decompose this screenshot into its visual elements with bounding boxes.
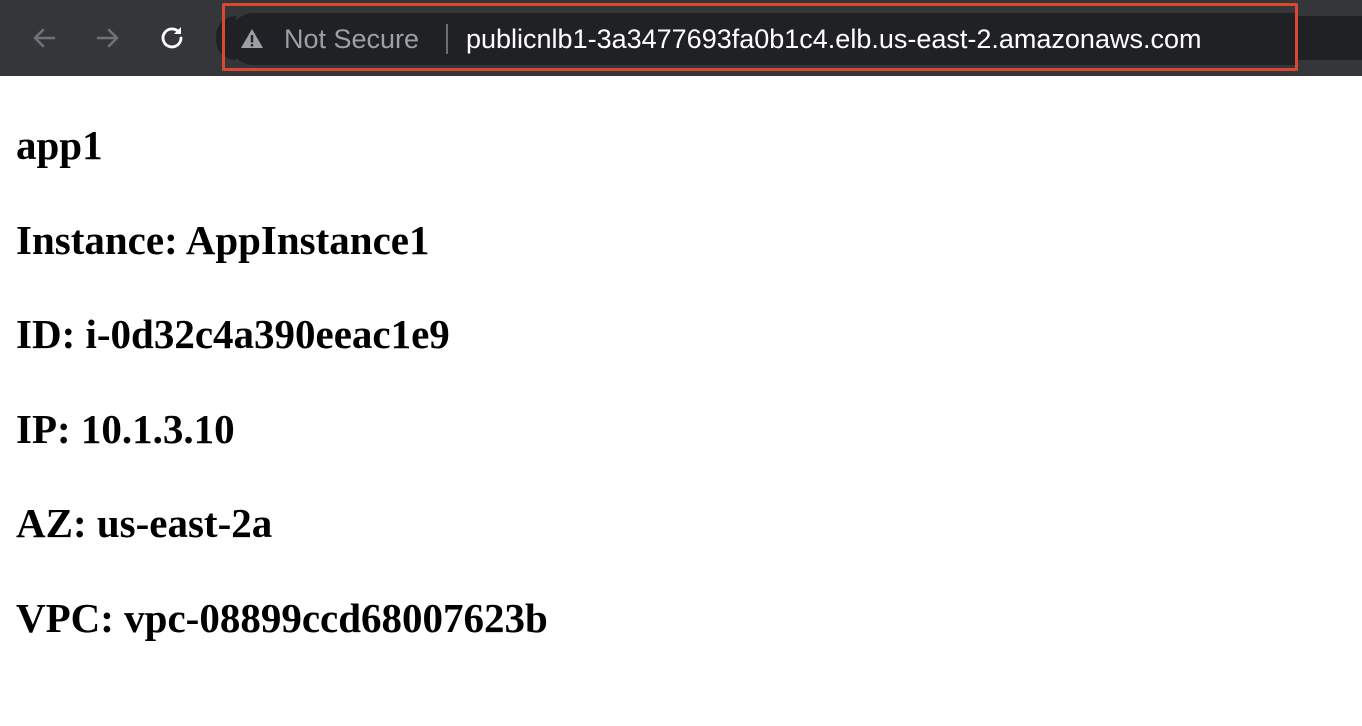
vpc-heading: VPC: vpc-08899ccd68007623b (16, 595, 548, 641)
reload-button[interactable] (152, 18, 192, 58)
availability-zone-heading: AZ: us-east-2a (16, 500, 273, 546)
ip-address-heading: IP: 10.1.3.10 (16, 406, 235, 452)
app-name-heading: app1 (16, 122, 103, 168)
back-button[interactable] (24, 18, 64, 58)
back-arrow-icon (33, 28, 56, 48)
forward-button[interactable] (88, 18, 128, 58)
address-bar-extension (1298, 16, 1362, 60)
instance-heading: Instance: AppInstance1 (16, 217, 430, 263)
url-highlight-box (222, 3, 1298, 71)
browser-toolbar: Not Secure publicnlb1-3a3477693fa0b1c4.e… (0, 0, 1362, 76)
instance-id-heading: ID: i-0d32c4a390eeac1e9 (16, 311, 450, 357)
reload-icon (161, 27, 183, 49)
forward-arrow-icon (96, 28, 119, 48)
